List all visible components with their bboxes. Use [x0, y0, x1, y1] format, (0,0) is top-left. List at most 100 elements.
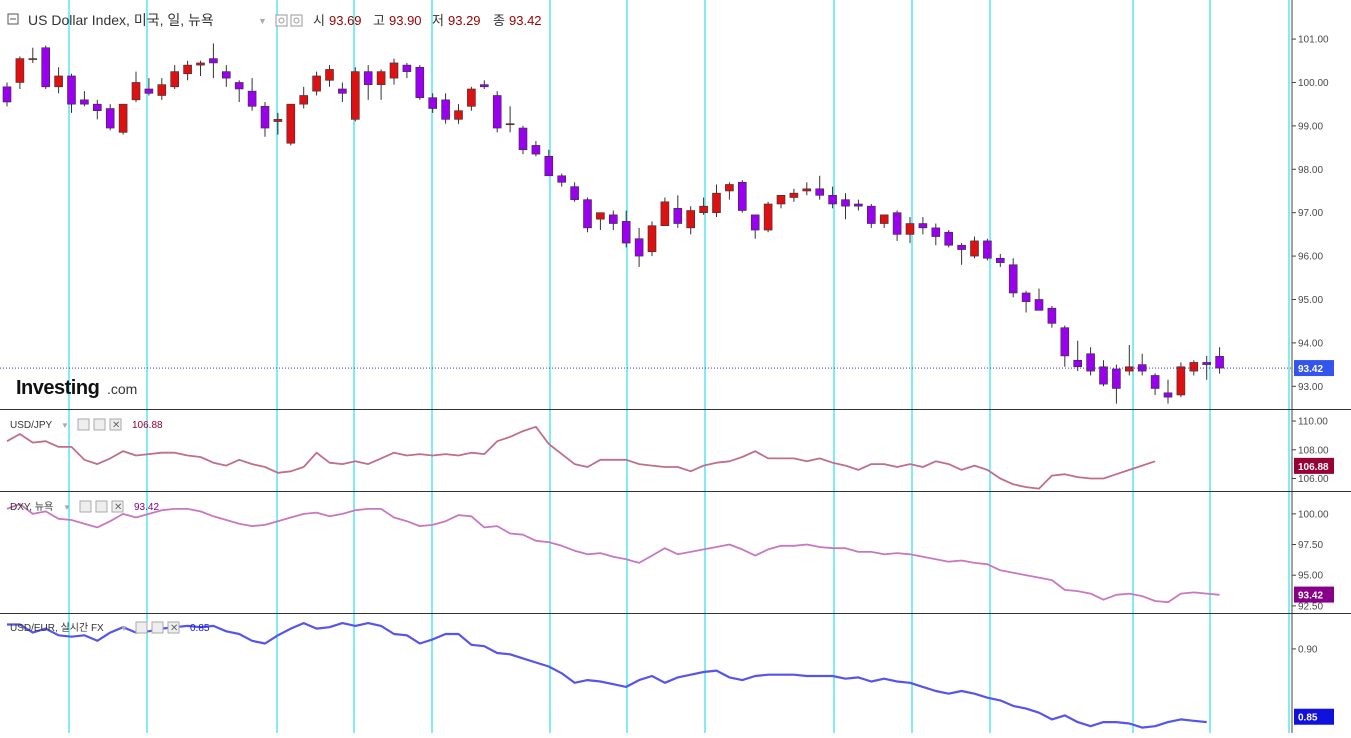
y-axis-tick-label: 99.00 [1298, 121, 1323, 132]
candle-up [905, 223, 915, 235]
last-value-tag-label: 93.42 [1298, 364, 1323, 375]
series-line [7, 621, 1207, 729]
high-label: 고 [373, 13, 385, 28]
logo-suffix-text: .com [107, 381, 137, 397]
eye-icon[interactable] [77, 418, 90, 431]
candle-down [80, 99, 89, 105]
candle-up [183, 64, 192, 75]
high-value: 93.90 [389, 13, 422, 28]
low-value: 93.29 [448, 13, 481, 28]
usdjpy-pane[interactable]: 110.00108.00106.00106.88 [6, 417, 1334, 490]
y-axis-tick-label: 95.00 [1298, 571, 1323, 582]
candle-up [725, 184, 734, 192]
candle-down [983, 240, 992, 259]
candle-down [815, 188, 825, 196]
y-axis-tick-label: 106.00 [1298, 474, 1329, 485]
candle-down [247, 90, 257, 107]
eye-icon[interactable] [275, 14, 288, 27]
candle-up [454, 110, 463, 120]
candle-up [54, 75, 63, 88]
candle-down [260, 106, 270, 129]
candle-down [621, 221, 631, 244]
candle-down [531, 145, 541, 155]
candle-down [1060, 327, 1070, 357]
eye-icon[interactable] [135, 621, 148, 634]
close-icon: ✕ [112, 420, 120, 431]
open-label: 시 [313, 13, 325, 28]
candle-up [879, 214, 889, 224]
candle-up [776, 195, 786, 205]
candle-down [234, 82, 244, 90]
settings-icon[interactable] [93, 418, 106, 431]
candle-down [583, 199, 592, 229]
candle-down [570, 186, 579, 200]
main-price-pane[interactable]: 101.00 100.00 99.00 98.00 97.00 96.00 95.00 94.… [0, 35, 1334, 404]
candle-down [209, 58, 218, 64]
candle-down [441, 99, 450, 120]
candle-up [699, 205, 708, 213]
candle-down [544, 155, 554, 177]
chevron-down-icon[interactable]: ▼ [120, 624, 128, 633]
y-axis-tick-label: 0.90 [1298, 644, 1318, 655]
candle-up [505, 123, 515, 126]
candle-down [931, 227, 941, 237]
y-axis-tick-label: 100.00 [1298, 509, 1329, 520]
candle-down [1086, 353, 1095, 372]
candle-up [1125, 366, 1134, 372]
candle-down [1112, 368, 1121, 389]
candle-down [1150, 375, 1160, 389]
usdeur-pane[interactable]: 0.90 0.85 [7, 621, 1334, 729]
candle-down [1073, 359, 1082, 368]
candle-down [841, 199, 850, 207]
candle-up [170, 71, 179, 88]
candle-down [1137, 364, 1147, 372]
candle-down [957, 244, 966, 250]
dxy-pane[interactable]: 100.0097.5095.0092.5093.42 [6, 503, 1334, 612]
candle-up [299, 95, 309, 105]
settings-icon[interactable] [95, 500, 108, 513]
candle-down [737, 181, 747, 211]
series-line [6, 425, 1156, 490]
candle-down [105, 108, 115, 129]
eye-icon[interactable] [79, 500, 92, 513]
candle-down [866, 205, 876, 224]
chart-canvas[interactable]: 101.00 100.00 99.00 98.00 97.00 96.00 95.00 94.… [0, 0, 1351, 733]
investing-logo: Investing .com [16, 377, 137, 399]
close-icon: ✕ [170, 623, 178, 634]
usdeur-legend-value: 0.85 [190, 623, 210, 634]
candle-up [273, 119, 283, 122]
candle-up [286, 103, 296, 144]
candle-down [93, 103, 102, 111]
candle-down [1034, 299, 1044, 311]
y-axis-tick-label: 92.50 [1298, 601, 1323, 612]
candle-down [492, 95, 502, 129]
close-icon: ✕ [114, 502, 122, 513]
candle-up [196, 62, 205, 66]
candle-up [970, 240, 979, 257]
chevron-down-icon[interactable]: ▼ [258, 16, 267, 26]
candle-down [518, 127, 528, 151]
logo-main-text: Investing [16, 377, 99, 399]
y-axis-tick-label: 101.00 [1298, 35, 1329, 46]
candle-down [479, 84, 489, 88]
candle-up [350, 71, 360, 120]
settings-icon[interactable] [151, 621, 164, 634]
candle-down [1021, 292, 1031, 302]
y-axis-tick-label: 94.00 [1298, 338, 1323, 349]
candle-up [312, 75, 321, 92]
candle-up [157, 84, 167, 96]
candle-down [41, 47, 51, 88]
candle-down [995, 257, 1005, 263]
chevron-down-icon[interactable]: ▼ [63, 503, 71, 512]
candle-up [15, 58, 25, 83]
candle-up [131, 82, 141, 101]
candle-down [673, 208, 683, 224]
close-label: 종 [493, 13, 505, 28]
candle-up [325, 69, 334, 81]
y-axis-tick-label: 100.00 [1298, 78, 1329, 89]
chevron-down-icon[interactable]: ▼ [61, 421, 69, 430]
candle-down [892, 212, 902, 235]
candle-down [1202, 362, 1211, 365]
chart-workspace[interactable]: 101.00 100.00 99.00 98.00 97.00 96.00 95.00 94.… [0, 0, 1351, 733]
settings-icon[interactable] [290, 14, 303, 27]
